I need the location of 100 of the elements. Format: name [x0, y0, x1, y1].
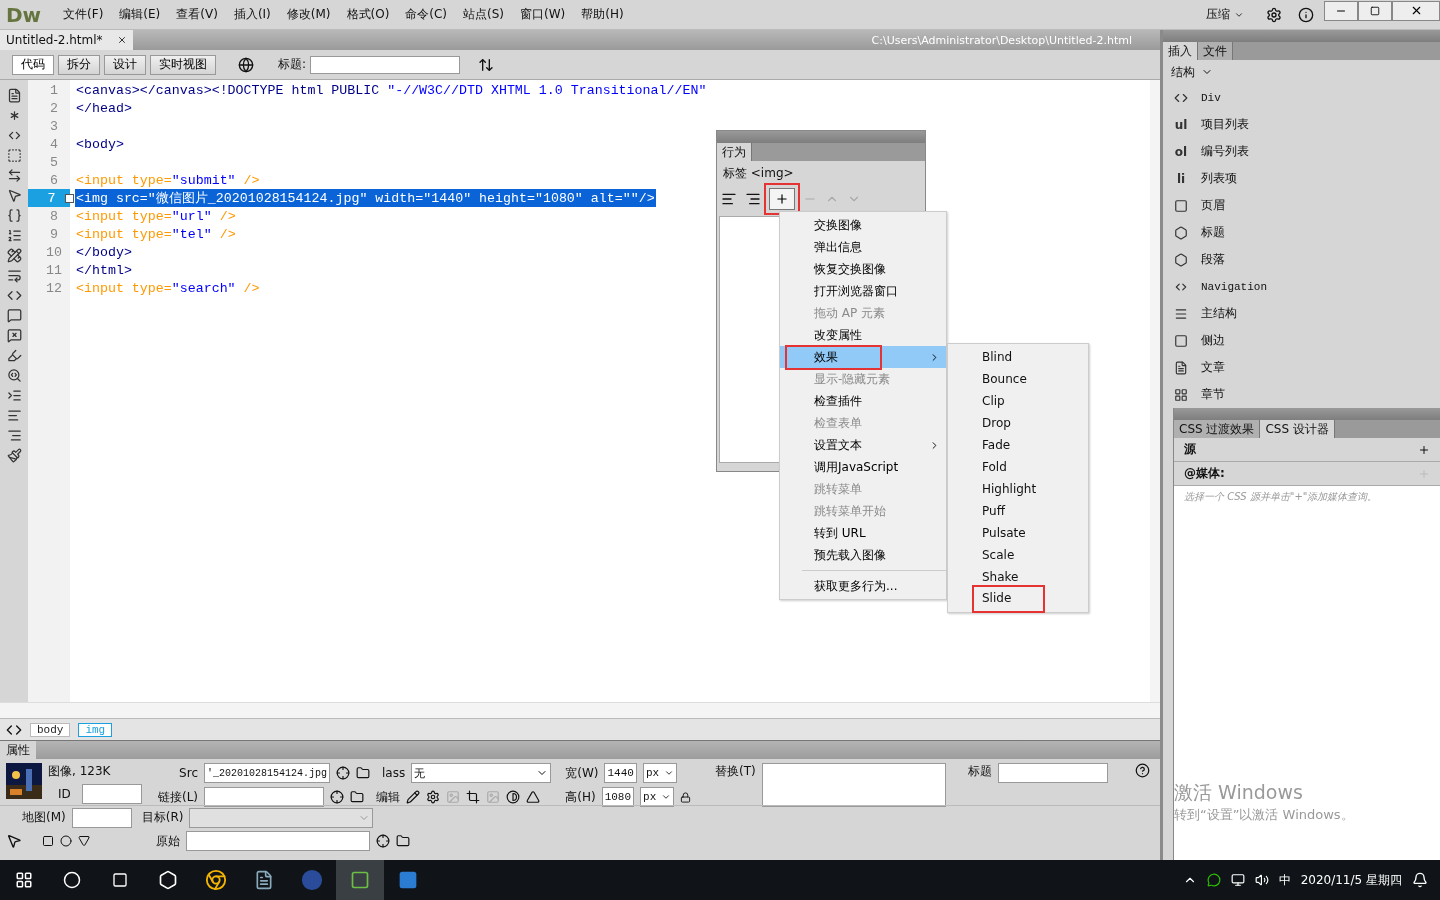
insert-item[interactable]: 文章	[1163, 354, 1440, 381]
menu-item[interactable]: Highlight	[948, 478, 1088, 500]
ime-indicator[interactable]: 中	[1278, 871, 1291, 889]
menu-item[interactable]: 交换图像	[780, 214, 946, 236]
view-button[interactable]: 实时视图	[150, 54, 216, 75]
tag-chip[interactable]: body	[30, 722, 71, 737]
menu-item[interactable]: 获取更多行为...	[780, 575, 946, 597]
circle-hotspot-icon[interactable]	[60, 835, 72, 847]
lock-icon[interactable]	[680, 791, 692, 803]
document-tab[interactable]: Untitled-2.html*	[0, 30, 133, 50]
minimize-button[interactable]	[1324, 0, 1358, 21]
menu-item[interactable]: 站点(S)	[455, 6, 513, 23]
panel-tab[interactable]: 行为	[717, 143, 752, 161]
menu-item[interactable]: Puff	[948, 500, 1088, 522]
menu-item[interactable]: Scale	[948, 544, 1088, 566]
title-field[interactable]	[310, 55, 461, 74]
menu-item[interactable]: 检查插件	[780, 390, 946, 412]
sort-icon[interactable]	[478, 56, 495, 73]
unit-select[interactable]: px	[640, 787, 675, 807]
gear-icon[interactable]	[426, 790, 440, 804]
panel-tab[interactable]: CSS 过渡效果	[1174, 420, 1261, 438]
menu-item[interactable]: 改变属性	[780, 324, 946, 346]
insert-item[interactable]: li 列表项	[1163, 165, 1440, 192]
view-button[interactable]: 设计	[104, 54, 146, 75]
menu-item[interactable]: 查看(V)	[168, 6, 226, 23]
restore-button[interactable]	[1358, 0, 1392, 21]
panel-tab[interactable]: 插入	[1163, 42, 1198, 60]
rect-hotspot-icon[interactable]	[42, 835, 54, 847]
menu-item[interactable]: 修改(M)	[278, 6, 339, 23]
chat-icon[interactable]	[1206, 873, 1221, 887]
outdent-icon[interactable]	[6, 408, 22, 423]
menu-item[interactable]: 设置文本	[780, 434, 946, 456]
polygon-hotspot-icon[interactable]	[78, 835, 90, 847]
wrap-icon[interactable]	[6, 268, 22, 283]
view-button[interactable]: 拆分	[58, 54, 100, 75]
settings-icon[interactable]	[1266, 6, 1282, 23]
category-dropdown[interactable]: 结构	[1171, 63, 1195, 81]
menu-item[interactable]: Drop	[948, 412, 1088, 434]
menu-item[interactable]: 转到 URL	[780, 522, 946, 544]
fold-icon[interactable]	[65, 193, 74, 203]
list-view-icon[interactable]	[745, 191, 761, 207]
close-button[interactable]	[1392, 0, 1440, 21]
insert-item[interactable]: ol 编号列表	[1163, 138, 1440, 165]
menu-item[interactable]: Shake	[948, 566, 1088, 588]
menu-item[interactable]: 文件(F)	[55, 6, 112, 23]
title-field[interactable]	[997, 763, 1108, 783]
src-field[interactable]: '_20201028154124.jpg	[204, 763, 331, 783]
panel-tab[interactable]: 文件	[1198, 42, 1233, 60]
search-icon[interactable]	[6, 368, 22, 383]
view-button[interactable]: 代码	[12, 54, 54, 75]
align-icon[interactable]	[6, 428, 22, 443]
menu-item[interactable]: Slide	[948, 588, 1088, 610]
arrows-icon[interactable]	[6, 168, 22, 183]
menu-item[interactable]: 窗口(W)	[512, 6, 574, 23]
comment-icon[interactable]	[6, 308, 22, 323]
dashed-square-icon[interactable]	[6, 148, 22, 163]
code-icon[interactable]	[6, 288, 22, 303]
highlighter-icon[interactable]	[6, 348, 22, 363]
insert-item[interactable]: 主结构	[1163, 300, 1440, 327]
target-icon[interactable]	[376, 834, 390, 848]
menu-item[interactable]: 编辑(E)	[111, 6, 169, 23]
class-select[interactable]: 无	[411, 763, 552, 783]
original-field[interactable]	[186, 831, 370, 851]
target-icon[interactable]	[336, 766, 351, 780]
menu-item[interactable]: 打开浏览器窗口	[780, 280, 946, 302]
menu-item[interactable]: Clip	[948, 390, 1088, 412]
insert-item[interactable]: ul 项目列表	[1163, 111, 1440, 138]
unit-select[interactable]: px	[642, 763, 677, 783]
menu-item[interactable]: 弹出信息	[780, 236, 946, 258]
folder-icon[interactable]	[350, 790, 364, 804]
menu-item[interactable]: 插入(I)	[225, 6, 279, 23]
volume-icon[interactable]	[1254, 873, 1269, 887]
insert-item[interactable]: 页眉	[1163, 192, 1440, 219]
info-icon[interactable]	[1298, 6, 1314, 23]
document-icon[interactable]	[6, 88, 22, 103]
menu-item[interactable]: 恢复交换图像	[780, 258, 946, 280]
remove-comment-icon[interactable]	[6, 328, 22, 343]
menu-item[interactable]: 帮助(H)	[573, 6, 632, 23]
notification-icon[interactable]	[1412, 872, 1428, 888]
compress-dropdown[interactable]: 压缩	[1206, 6, 1230, 23]
menu-item[interactable]: 命令(C)	[397, 6, 456, 23]
insert-item[interactable]: 章节	[1163, 381, 1440, 408]
pencil-icon[interactable]	[406, 790, 420, 804]
menu-item[interactable]: Fade	[948, 434, 1088, 456]
brush-icon[interactable]	[6, 448, 22, 463]
crop-icon[interactable]	[466, 790, 480, 804]
insert-item[interactable]: 标题	[1163, 219, 1440, 246]
height-field[interactable]: 1080	[601, 787, 635, 807]
width-field[interactable]: 1440	[604, 763, 637, 783]
insert-item[interactable]: Navigation	[1163, 273, 1440, 300]
network-icon[interactable]	[1230, 873, 1245, 887]
list-view-icon[interactable]	[721, 191, 737, 207]
menu-item[interactable]: 预先载入图像	[780, 544, 946, 566]
contrast-icon[interactable]	[506, 790, 520, 804]
alt-field[interactable]	[761, 763, 946, 807]
line-numbers-icon[interactable]	[6, 228, 22, 243]
menu-item[interactable]: 调用JavaScript	[780, 456, 946, 478]
insert-item[interactable]: 侧边	[1163, 327, 1440, 354]
pointer-icon[interactable]	[6, 188, 22, 203]
insert-item[interactable]: Div	[1163, 84, 1440, 111]
